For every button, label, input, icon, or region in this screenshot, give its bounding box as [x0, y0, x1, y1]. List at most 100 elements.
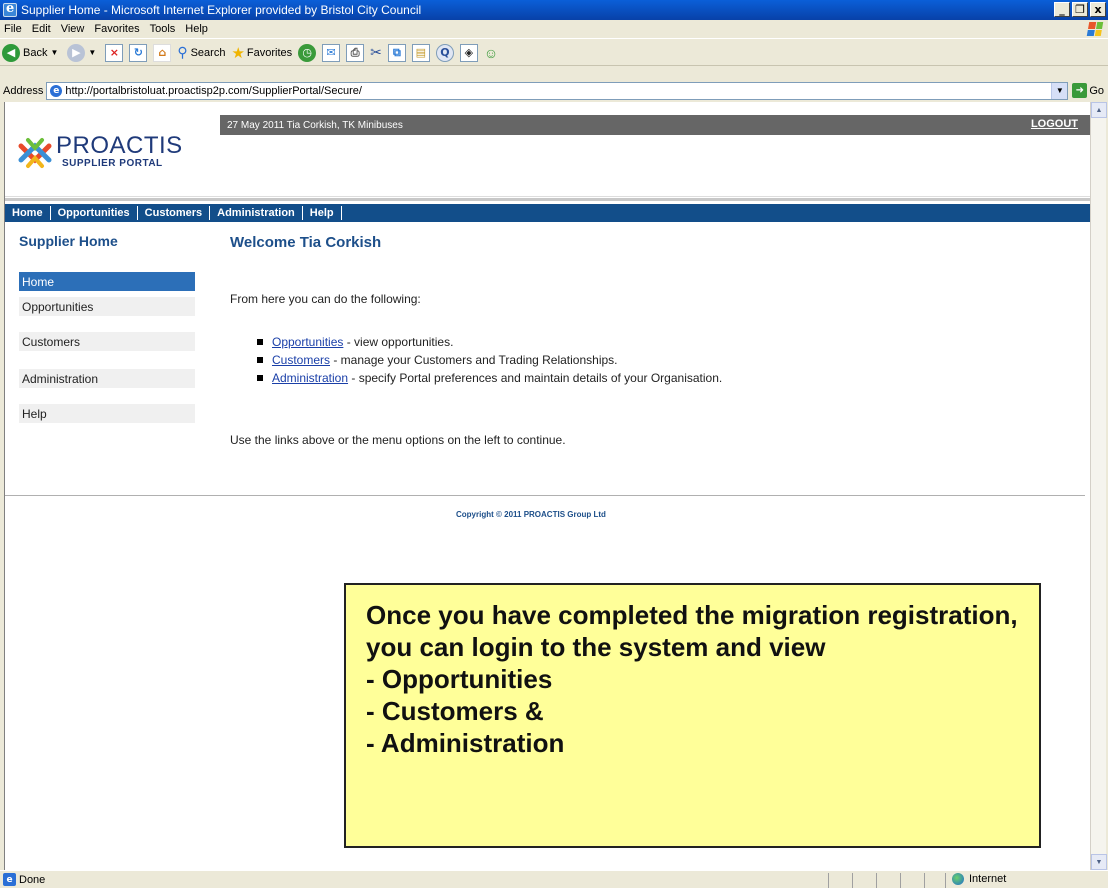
- forward-arrow-icon: ▶: [67, 43, 86, 62]
- refresh-button[interactable]: ↻: [129, 43, 148, 62]
- page-icon: e: [50, 84, 63, 97]
- search-button[interactable]: ⚲ Search: [177, 44, 225, 61]
- sidebar-item-administration[interactable]: Administration: [19, 369, 195, 388]
- history-button[interactable]: ◷: [298, 43, 317, 62]
- copy-button[interactable]: ⧉: [387, 43, 406, 62]
- back-arrow-icon: ◀: [2, 43, 20, 62]
- status-cell: [828, 873, 829, 888]
- back-label: Back: [23, 46, 48, 59]
- menu-tools[interactable]: Tools: [150, 23, 176, 35]
- menu-bar: File Edit View Favorites Tools Help: [0, 20, 1108, 39]
- menu-view[interactable]: View: [61, 23, 85, 35]
- stop-button[interactable]: ×: [105, 43, 124, 62]
- customers-desc: - manage your Customers and Trading Rela…: [330, 353, 618, 367]
- stop-icon: ×: [105, 43, 124, 62]
- sidebar-item-home[interactable]: Home: [19, 272, 195, 291]
- proactis-logo-icon: [18, 138, 52, 168]
- status-cell: [900, 873, 901, 888]
- logout-link[interactable]: LOGOUT: [1031, 118, 1078, 130]
- sidebar-item-customers[interactable]: Customers: [19, 332, 195, 351]
- go-button[interactable]: ➜ Go: [1072, 83, 1104, 98]
- go-arrow-icon: ➜: [1072, 83, 1088, 98]
- status-page-icon: e: [3, 873, 16, 886]
- status-cell: [945, 873, 946, 888]
- top-nav: Home Opportunities Customers Administrat…: [5, 204, 1090, 222]
- administration-link[interactable]: Administration: [272, 371, 348, 385]
- header-divider: [5, 198, 1090, 201]
- address-label: Address: [3, 84, 44, 97]
- administration-desc: - specify Portal preferences and maintai…: [348, 371, 723, 385]
- status-cell: [852, 873, 853, 888]
- opportunities-link[interactable]: Opportunities: [272, 335, 343, 349]
- home-button[interactable]: ⌂: [153, 43, 172, 62]
- messenger-button[interactable]: ◈: [459, 43, 478, 62]
- annotation-callout: Once you have completed the migration re…: [344, 583, 1041, 848]
- nav-help[interactable]: Help: [303, 206, 342, 220]
- favorites-label: Favorites: [246, 46, 293, 59]
- footer-divider: [5, 495, 1085, 496]
- status-bar: e Done Internet: [0, 870, 1108, 888]
- zone-label: Internet: [969, 873, 1007, 885]
- go-label: Go: [1089, 84, 1105, 97]
- menu-help[interactable]: Help: [185, 23, 208, 35]
- nav-opportunities[interactable]: Opportunities: [51, 206, 138, 220]
- contacts-button[interactable]: ☺: [484, 45, 498, 61]
- minimize-button[interactable]: _: [1054, 2, 1070, 17]
- address-bar: Address e http://portalbristoluat.proact…: [0, 80, 1108, 101]
- history-icon: ◷: [298, 43, 317, 62]
- user-info: 27 May 2011 Tia Corkish, TK Minibuses: [227, 119, 403, 131]
- sidebar-item-opportunities[interactable]: Opportunities: [19, 297, 195, 316]
- scroll-down-icon[interactable]: ▼: [1091, 854, 1107, 870]
- window-controls: _ ❐ x: [1054, 2, 1106, 17]
- list-item: Administration - specify Portal preferen…: [257, 369, 722, 387]
- research-button[interactable]: Q: [435, 43, 454, 62]
- proactis-logo: PROACTIS SUPPLIER PORTAL: [18, 130, 208, 175]
- toolbar: ◀ Back ▼ ▶ ▼ × ↻ ⌂ ⚲ Search ★ Favorites …: [0, 40, 1108, 66]
- menu-file[interactable]: File: [4, 23, 22, 35]
- windows-logo-icon: [1086, 22, 1104, 36]
- status-cell: [876, 873, 877, 888]
- mail-icon: ✉: [322, 43, 341, 62]
- intro-text: From here you can do the following:: [230, 292, 421, 306]
- address-input[interactable]: e http://portalbristoluat.proactisp2p.co…: [46, 81, 1069, 100]
- bullet-icon: [257, 357, 263, 363]
- address-url: http://portalbristoluat.proactisp2p.com/…: [65, 84, 362, 97]
- vertical-scrollbar[interactable]: ▲ ▼: [1090, 102, 1107, 870]
- options-list: Opportunities - view opportunities. Cust…: [257, 333, 722, 387]
- paste-button[interactable]: ▤: [411, 43, 430, 62]
- cut-icon: ✂: [370, 44, 382, 60]
- back-button[interactable]: ◀ Back ▼: [2, 43, 61, 62]
- restore-button[interactable]: ❐: [1072, 2, 1088, 17]
- refresh-icon: ↻: [129, 43, 148, 62]
- window-title: Supplier Home - Microsoft Internet Explo…: [21, 3, 422, 17]
- close-button[interactable]: x: [1090, 2, 1106, 17]
- address-dropdown-icon[interactable]: ▼: [1051, 82, 1068, 99]
- sidebar-item-help[interactable]: Help: [19, 404, 195, 423]
- print-button[interactable]: ⎙: [346, 43, 365, 62]
- nav-customers[interactable]: Customers: [138, 206, 211, 220]
- sidebar-title: Supplier Home: [19, 233, 118, 249]
- favorites-button[interactable]: ★ Favorites: [231, 44, 292, 62]
- copyright: Copyright © 2011 PROACTIS Group Ltd: [456, 510, 606, 519]
- back-dropdown-icon[interactable]: ▼: [50, 48, 58, 57]
- messenger-icon: ◈: [459, 43, 478, 62]
- window-title-bar: Supplier Home - Microsoft Internet Explo…: [0, 0, 1108, 20]
- forward-button[interactable]: ▶ ▼: [67, 43, 99, 62]
- forward-dropdown-icon[interactable]: ▼: [88, 48, 96, 57]
- outro-text: Use the links above or the menu options …: [230, 433, 566, 447]
- paste-icon: ▤: [411, 43, 430, 62]
- search-label: Search: [190, 46, 226, 59]
- print-icon: ⎙: [346, 43, 365, 62]
- nav-administration[interactable]: Administration: [210, 206, 303, 220]
- opportunities-desc: - view opportunities.: [343, 335, 454, 349]
- mail-button[interactable]: ✉: [322, 43, 341, 62]
- cut-button[interactable]: ✂: [370, 44, 382, 61]
- customers-link[interactable]: Customers: [272, 353, 330, 367]
- menu-edit[interactable]: Edit: [32, 23, 51, 35]
- security-zone: Internet: [952, 873, 1006, 885]
- ie-app-icon: [3, 1, 17, 17]
- scroll-up-icon[interactable]: ▲: [1091, 102, 1107, 118]
- nav-home[interactable]: Home: [5, 206, 51, 220]
- bullet-icon: [257, 339, 263, 345]
- menu-favorites[interactable]: Favorites: [94, 23, 139, 35]
